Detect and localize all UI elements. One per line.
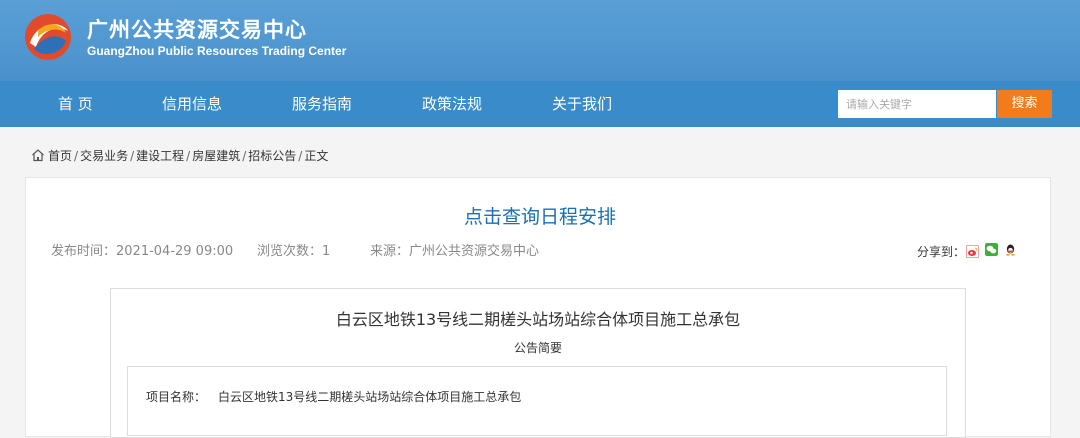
- search-button[interactable]: 搜索: [997, 90, 1052, 118]
- nav-item-policies[interactable]: 政策法规: [422, 81, 482, 127]
- project-name-value: 白云区地铁13号线二期槎头站场站综合体项目施工总承包: [218, 390, 522, 404]
- home-icon[interactable]: [31, 148, 45, 162]
- search-input[interactable]: [838, 90, 996, 118]
- notice-subtitle: 公告简要: [513, 341, 562, 355]
- site-logo-icon[interactable]: [24, 13, 72, 61]
- breadcrumb-construction[interactable]: 建设工程: [136, 149, 184, 163]
- site-title: 广州公共资源交易中心: [87, 18, 307, 42]
- qq-icon[interactable]: [1004, 243, 1017, 256]
- nav-item-about-us[interactable]: 关于我们: [552, 81, 612, 127]
- breadcrumb-current: 正文: [304, 149, 329, 163]
- nav-item-home[interactable]: 首 页: [58, 81, 93, 127]
- breadcrumb-separator: /: [298, 149, 303, 163]
- view-count: 浏览次数：1: [257, 244, 331, 259]
- share-label: 分享到：: [917, 245, 966, 259]
- wechat-icon[interactable]: [985, 243, 998, 256]
- notice-title: 白云区地铁13号线二期槎头站场站综合体项目施工总承包: [335, 310, 741, 329]
- project-name-row: 项目名称： 白云区地铁13号线二期槎头站场站综合体项目施工总承包: [146, 388, 521, 405]
- breadcrumb-separator: /: [130, 149, 135, 163]
- publish-time: 发布时间：2021-04-29 09:00: [51, 244, 234, 259]
- article-source: 来源：广州公共资源交易中心: [370, 244, 540, 259]
- breadcrumb-trading-business[interactable]: 交易业务: [80, 149, 128, 163]
- weibo-icon[interactable]: [966, 245, 979, 258]
- article-title: 点击查询日程安排: [463, 206, 616, 228]
- breadcrumb-separator: /: [74, 149, 79, 163]
- site-subtitle: GuangZhou Public Resources Trading Cente…: [87, 44, 347, 58]
- nav-item-credit-info[interactable]: 信用信息: [162, 81, 222, 127]
- breadcrumb-home[interactable]: 首页: [48, 149, 72, 163]
- breadcrumb-tender-notice[interactable]: 招标公告: [248, 149, 296, 163]
- project-name-label: 项目名称：: [146, 390, 207, 404]
- site-header: 广州公共资源交易中心 GuangZhou Public Resources Tr…: [0, 0, 1080, 81]
- nav-item-service-guide[interactable]: 服务指南: [292, 81, 352, 127]
- breadcrumb-separator: /: [242, 149, 247, 163]
- breadcrumb-separator: /: [186, 149, 191, 163]
- breadcrumb: 首页 / 交易业务 / 建设工程 / 房屋建筑 / 招标公告 / 正文: [31, 147, 328, 165]
- breadcrumb-housing[interactable]: 房屋建筑: [192, 149, 240, 163]
